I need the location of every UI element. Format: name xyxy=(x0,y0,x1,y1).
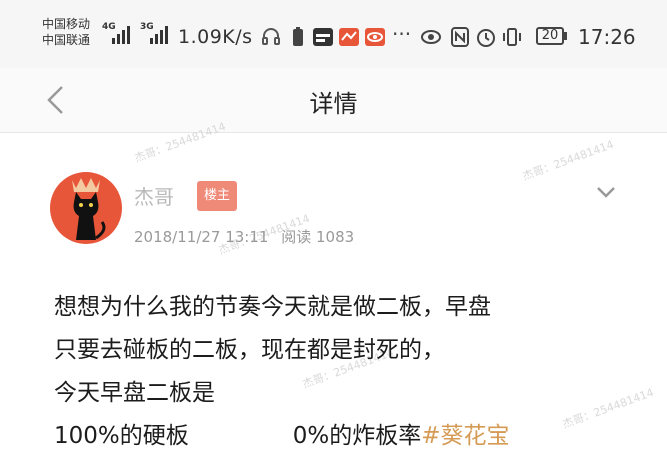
network-speed: 1.09K/s xyxy=(178,26,253,48)
post-text: 100%的硬板 xyxy=(54,423,189,449)
eye-icon xyxy=(421,30,441,44)
author-name[interactable]: 杰哥 xyxy=(134,181,174,210)
nav-bar: 详情 xyxy=(0,68,667,133)
more-icon: ··· xyxy=(392,22,412,46)
battery-saver-icon xyxy=(293,27,303,46)
post-line: 想想为什么我的节奏今天就是做二板，早盘 xyxy=(54,294,491,320)
alarm-icon xyxy=(477,29,495,47)
post-line: 100%的硬板 0%的炸板率#葵花宝 xyxy=(54,415,654,458)
post-line: 只要去碰板的二板，现在都是封死的， xyxy=(54,337,445,363)
vibrate-icon xyxy=(503,28,521,46)
clock: 17:26 xyxy=(578,25,636,49)
post-date: 2018/11/27 13:11 xyxy=(134,228,269,246)
page-title: 详情 xyxy=(309,90,358,118)
headset-icon xyxy=(262,28,280,45)
battery-icon: 20 xyxy=(536,27,564,45)
signal-icon xyxy=(112,26,130,44)
post-text: 0%的炸板率 xyxy=(292,423,422,449)
hashtag-link[interactable]: #葵花宝 xyxy=(421,423,509,449)
signal-icon xyxy=(150,26,168,44)
nfc-icon xyxy=(451,27,469,47)
eye-app-icon xyxy=(365,28,385,46)
avatar[interactable] xyxy=(50,172,122,244)
carrier-1: 中国移动 xyxy=(42,17,91,31)
app-icon xyxy=(313,28,333,46)
weather-icon xyxy=(339,28,359,46)
status-bar: 中国移动 中国联通 4G 3G 1.09K/s ··· 20 17:26 xyxy=(0,0,667,68)
battery-level: 20 xyxy=(541,28,559,43)
chevron-down-icon[interactable] xyxy=(592,180,620,204)
post-meta: 2018/11/27 13:11 阅读 1083 xyxy=(134,226,354,247)
watermark: 杰哥：254481414 xyxy=(520,137,616,183)
op-badge: 楼主 xyxy=(197,181,237,211)
post-body: 想想为什么我的节奏今天就是做二板，早盘 只要去碰板的二板，现在都是封死的， 今天… xyxy=(54,286,654,458)
carrier-labels: 中国移动 中国联通 xyxy=(42,16,90,48)
post-reads: 阅读 1083 xyxy=(281,228,355,246)
carrier-2: 中国联通 xyxy=(42,33,91,47)
post-line: 今天早盘二板是 xyxy=(54,380,215,406)
battery-tip xyxy=(564,32,567,40)
